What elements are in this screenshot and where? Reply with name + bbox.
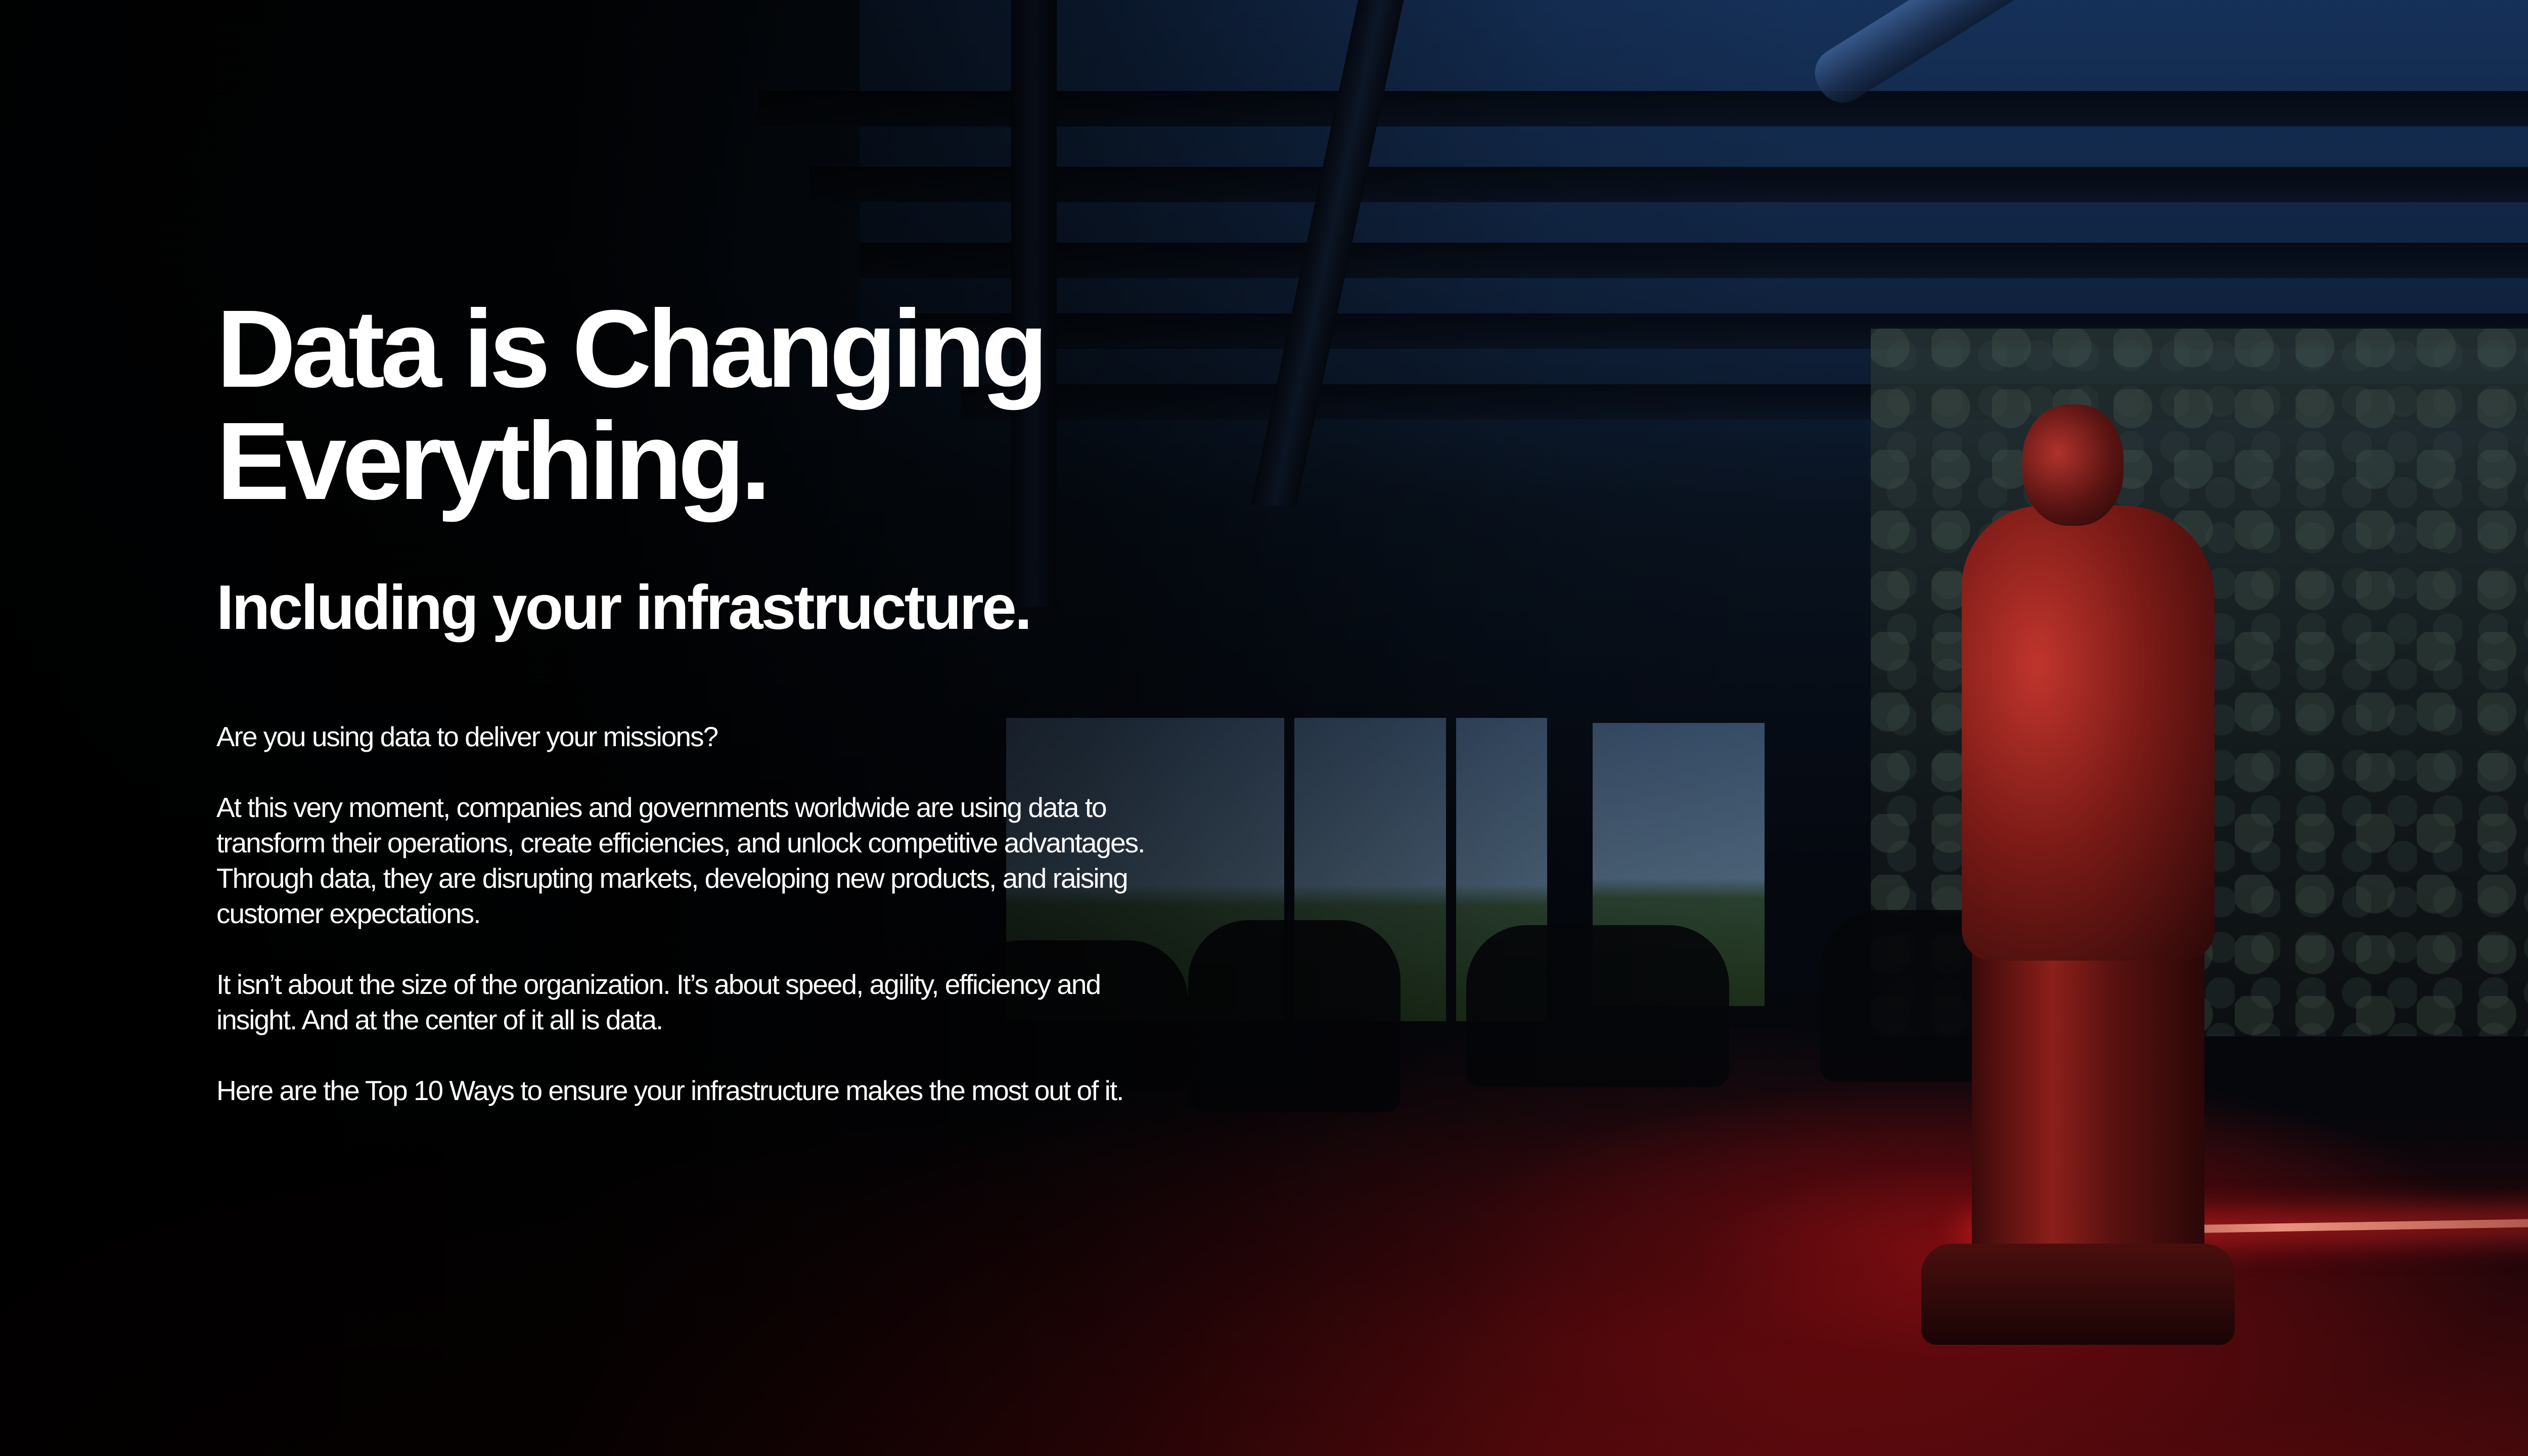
page-title-line-2: Everything. bbox=[216, 400, 771, 523]
body-paragraph-call-to-action: Here are the Top 10 Ways to ensure your … bbox=[216, 1075, 1124, 1106]
page-subtitle: Including your infrastructure. bbox=[216, 573, 1032, 643]
page-title: Data is Changing Everything. bbox=[216, 293, 1177, 518]
body-paragraph-context: At this very moment, companies and gover… bbox=[216, 792, 1145, 929]
page-title-line-1: Data is Changing bbox=[216, 288, 1049, 411]
body-paragraph-question: Are you using data to deliver your missi… bbox=[216, 721, 718, 752]
body-copy: Are you using data to deliver your missi… bbox=[216, 719, 1167, 1108]
body-paragraph-insight: It isn’t about the size of the organizat… bbox=[216, 969, 1101, 1035]
hero-slide: Data is Changing Everything. Including y… bbox=[0, 0, 2528, 1456]
hero-text-block: Data is Changing Everything. Including y… bbox=[216, 293, 1177, 1144]
